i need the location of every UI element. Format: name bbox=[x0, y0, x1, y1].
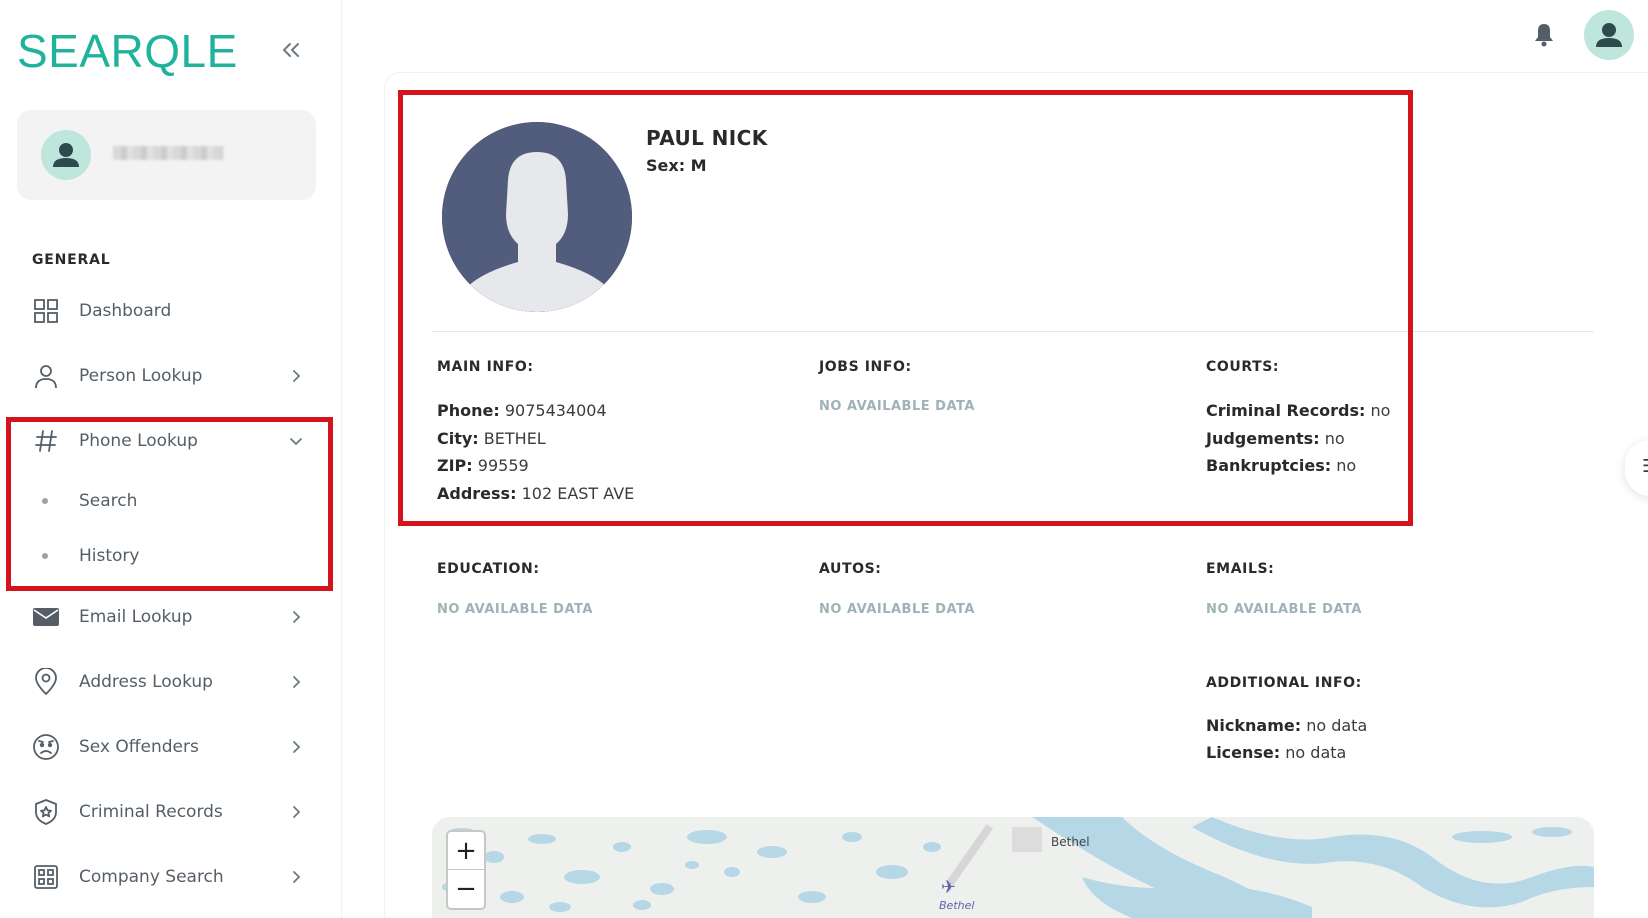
map-zoom-control: + − bbox=[446, 830, 486, 910]
account-avatar-button[interactable] bbox=[1584, 10, 1634, 60]
zoom-in-button[interactable]: + bbox=[448, 832, 484, 870]
bankruptcies-field: Bankruptcies: no bbox=[1206, 456, 1357, 475]
zip-field: ZIP: 99559 bbox=[437, 456, 529, 475]
user-silhouette-icon bbox=[53, 143, 79, 167]
person-name: PAUL NICK bbox=[646, 126, 768, 150]
building-icon bbox=[32, 863, 60, 891]
sidebar-item-label: Person Lookup bbox=[79, 366, 203, 386]
emails-title: EMAILS: bbox=[1206, 561, 1275, 577]
chevron-down-icon bbox=[286, 431, 306, 451]
bullet-dot bbox=[42, 553, 48, 559]
judgements-field: Judgements: no bbox=[1206, 429, 1345, 448]
divider bbox=[432, 331, 1594, 332]
jobs-info-title: JOBS INFO: bbox=[819, 359, 912, 375]
section-title-general: GENERAL bbox=[32, 252, 111, 268]
city-field: City: BETHEL bbox=[437, 429, 546, 448]
user-silhouette-icon bbox=[1596, 23, 1622, 47]
person-placeholder-icon bbox=[442, 122, 632, 312]
map-tiles bbox=[432, 817, 1594, 918]
collapse-sidebar-button[interactable] bbox=[276, 38, 306, 68]
map-pin-icon bbox=[32, 668, 60, 696]
face-icon bbox=[32, 733, 60, 761]
sidebar-item-sex-offenders[interactable]: Sex Offenders bbox=[0, 719, 342, 775]
jobs-info-empty: NO AVAILABLE DATA bbox=[819, 399, 975, 414]
chevron-right-icon bbox=[286, 366, 306, 386]
sidebar-item-email-lookup[interactable]: Email Lookup bbox=[0, 589, 342, 645]
user-card[interactable] bbox=[17, 110, 316, 200]
sidebar-item-label: Dashboard bbox=[79, 301, 172, 321]
user-avatar bbox=[41, 130, 91, 180]
main-info-title: MAIN INFO: bbox=[437, 359, 534, 375]
sidebar-subitem-search[interactable]: Search bbox=[0, 479, 342, 523]
hash-icon bbox=[32, 427, 60, 455]
bell-icon bbox=[1535, 24, 1553, 47]
chevron-right-icon bbox=[286, 867, 306, 887]
bullet-dot bbox=[42, 498, 48, 504]
chevron-right-icon bbox=[286, 802, 306, 822]
phone-field: Phone: 9075434004 bbox=[437, 401, 607, 420]
additional-info-title: ADDITIONAL INFO: bbox=[1206, 675, 1362, 691]
courts-title: COURTS: bbox=[1206, 359, 1280, 375]
sidebar-item-dashboard[interactable]: Dashboard bbox=[0, 283, 342, 339]
double-chevron-left-icon bbox=[283, 43, 299, 57]
sidebar-item-label: Company Search bbox=[79, 867, 224, 887]
sidebar-subitem-label: Search bbox=[79, 491, 138, 511]
envelope-icon bbox=[32, 603, 60, 631]
chevron-right-icon bbox=[286, 737, 306, 757]
map-label-city: Bethel bbox=[1051, 835, 1090, 849]
license-field: License: no data bbox=[1206, 743, 1347, 762]
emails-empty: NO AVAILABLE DATA bbox=[1206, 602, 1362, 617]
sidebar-item-label: Address Lookup bbox=[79, 672, 213, 692]
zoom-out-button[interactable]: − bbox=[448, 870, 484, 908]
address-field: Address: 102 EAST AVE bbox=[437, 484, 635, 503]
criminal-records-field: Criminal Records: no bbox=[1206, 401, 1391, 420]
sidebar-item-person-lookup[interactable]: Person Lookup bbox=[0, 348, 342, 404]
brand-logo[interactable]: SEARQLE bbox=[17, 24, 238, 78]
user-name-redacted bbox=[113, 146, 223, 160]
menu-lines-icon: ☰ bbox=[1642, 456, 1648, 477]
chevron-right-icon bbox=[286, 607, 306, 627]
profile-avatar bbox=[442, 122, 632, 312]
sidebar-item-label: Phone Lookup bbox=[79, 431, 198, 451]
sidebar-subitem-history[interactable]: History bbox=[0, 534, 342, 578]
sidebar-item-phone-lookup[interactable]: Phone Lookup bbox=[0, 413, 342, 469]
person-icon bbox=[32, 362, 60, 390]
person-sex: Sex: M bbox=[646, 156, 707, 175]
sidebar-subitem-label: History bbox=[79, 546, 140, 566]
airport-icon: ✈ bbox=[941, 877, 957, 898]
autos-title: AUTOS: bbox=[819, 561, 882, 577]
sidebar-item-address-lookup[interactable]: Address Lookup bbox=[0, 654, 342, 710]
notifications-button[interactable] bbox=[1530, 20, 1558, 48]
sidebar-item-company-search[interactable]: Company Search bbox=[0, 849, 342, 905]
map-label-airport: Bethel bbox=[939, 899, 975, 912]
location-map[interactable]: Bethel Bethel ✈ bbox=[432, 817, 1594, 918]
nickname-field: Nickname: no data bbox=[1206, 716, 1368, 735]
sidebar-item-label: Sex Offenders bbox=[79, 737, 199, 757]
autos-empty: NO AVAILABLE DATA bbox=[819, 602, 975, 617]
sidebar: SEARQLE GENERAL Dashboard Person Lookup bbox=[0, 0, 342, 918]
sidebar-item-label: Criminal Records bbox=[79, 802, 223, 822]
chevron-right-icon bbox=[286, 672, 306, 692]
sidebar-item-criminal-records[interactable]: Criminal Records bbox=[0, 784, 342, 840]
grid-icon bbox=[32, 297, 60, 325]
education-empty: NO AVAILABLE DATA bbox=[437, 602, 593, 617]
police-badge-icon bbox=[32, 798, 60, 826]
sidebar-item-label: Email Lookup bbox=[79, 607, 193, 627]
education-title: EDUCATION: bbox=[437, 561, 540, 577]
